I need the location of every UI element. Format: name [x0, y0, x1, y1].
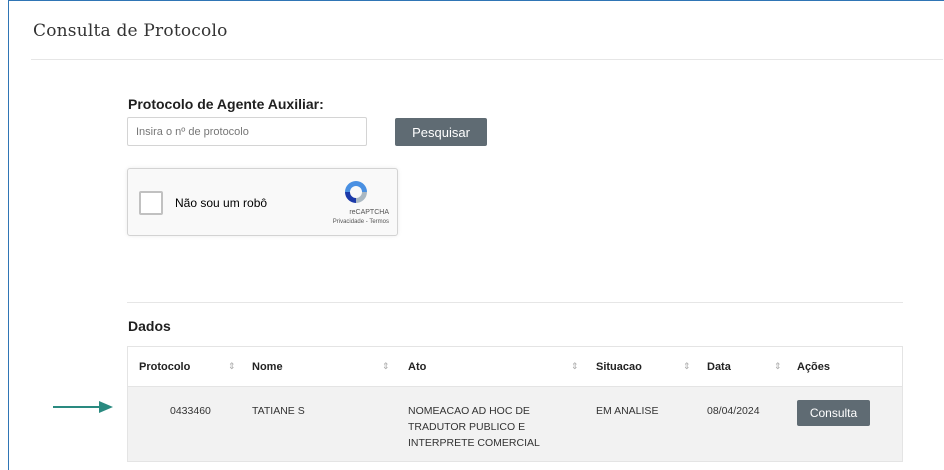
section-divider — [127, 302, 903, 303]
results-table: Protocolo ⇕ Nome ⇕ Ato ⇕ Situacao ⇕ Data… — [127, 346, 903, 462]
recaptcha-checkbox[interactable] — [139, 191, 163, 215]
table-header: Protocolo ⇕ Nome ⇕ Ato ⇕ Situacao ⇕ Data… — [128, 347, 902, 387]
cell-protocolo: 0433460 — [170, 405, 211, 417]
column-header-ato[interactable]: Ato — [408, 361, 426, 373]
column-header-situacao[interactable]: Situacao — [596, 361, 642, 373]
recaptcha-label: Não sou um robô — [175, 196, 268, 210]
column-header-data[interactable]: Data — [707, 361, 731, 373]
arrow-right-icon — [53, 401, 113, 413]
sort-icon[interactable]: ⇕ — [571, 361, 579, 372]
cell-ato: NOMEACAO AD HOC DE TRADUTOR PUBLICO E IN… — [408, 405, 540, 449]
cell-data: 08/04/2024 — [707, 405, 760, 417]
recaptcha-logo-icon — [345, 181, 367, 203]
protocol-label: Protocolo de Agente Auxiliar: — [128, 96, 324, 112]
protocol-input[interactable] — [127, 117, 367, 146]
sort-icon[interactable]: ⇕ — [683, 361, 691, 372]
recaptcha-widget: Não sou um robô reCAPTCHA Privacidade - … — [127, 168, 398, 236]
sort-icon[interactable]: ⇕ — [228, 361, 236, 372]
sort-icon[interactable]: ⇕ — [774, 361, 782, 372]
section-title: Dados — [128, 318, 171, 334]
recaptcha-privacy-terms-link[interactable]: Privacidade - Termos — [333, 219, 389, 225]
title-divider — [31, 59, 943, 60]
recaptcha-brand: reCAPTCHA — [349, 209, 389, 216]
table-row: 0433460 TATIANE S NOMEACAO AD HOC DE TRA… — [128, 387, 902, 461]
search-button[interactable]: Pesquisar — [395, 118, 487, 146]
consulta-button[interactable]: Consulta — [797, 400, 870, 426]
cell-nome: TATIANE S — [252, 405, 305, 417]
column-header-nome[interactable]: Nome — [252, 361, 283, 373]
cell-situacao: EM ANALISE — [596, 405, 659, 417]
column-header-acoes: Ações — [797, 361, 831, 373]
column-header-protocolo[interactable]: Protocolo — [139, 361, 190, 373]
page-title: Consulta de Protocolo — [33, 21, 228, 41]
sort-icon[interactable]: ⇕ — [382, 361, 390, 372]
